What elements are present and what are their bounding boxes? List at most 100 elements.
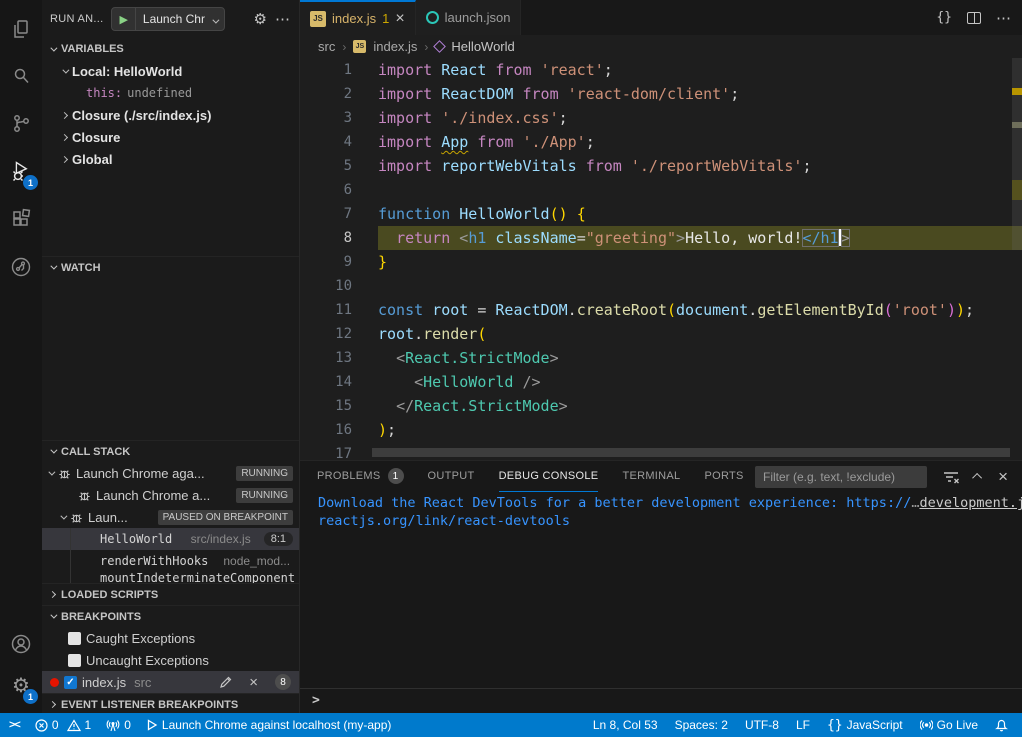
breakpoints-header[interactable]: BREAKPOINTS [42, 605, 299, 627]
source-control-icon[interactable] [0, 100, 42, 146]
line-number[interactable]: 9 [300, 250, 352, 274]
split-editor-icon[interactable] [967, 12, 981, 24]
cursor-position-status[interactable]: Ln 8, Col 53 [593, 718, 658, 732]
go-live-status[interactable]: Go Live [920, 718, 978, 732]
call-stack-row[interactable]: Laun...PAUSED ON BREAKPOINT [42, 506, 299, 528]
line-number[interactable]: 10 [300, 274, 352, 298]
line-number[interactable]: 2 [300, 82, 352, 106]
launch-config-control[interactable]: ▶ Launch Chr [111, 7, 225, 31]
code-text[interactable]: import reportWebVitals from './reportWeb… [378, 154, 1022, 178]
line-number[interactable]: 5 [300, 154, 352, 178]
code-text[interactable]: ); [378, 418, 1022, 442]
tab-output[interactable]: OUTPUT [428, 461, 475, 492]
breakpoint-row[interactable]: Uncaught Exceptions [42, 649, 299, 671]
search-icon[interactable] [0, 53, 42, 99]
code-line-15[interactable]: 15 </React.StrictMode> [300, 394, 1022, 418]
line-number[interactable]: 1 [300, 58, 352, 82]
code-editor[interactable]: 1 import React from 'react'; 2 import React… [300, 58, 1022, 460]
debug-settings-gear-icon[interactable]: ⚙ [254, 10, 267, 28]
extensions-icon[interactable] [0, 196, 42, 242]
code-line-12[interactable]: 12root.render( [300, 322, 1022, 346]
tab-debug-console[interactable]: DEBUG CONSOLE [499, 461, 599, 492]
launch-config-label[interactable]: Launch Chr [136, 12, 210, 26]
debug-console-input[interactable]: > [300, 688, 1022, 711]
explorer-icon[interactable] [0, 6, 42, 52]
close-tab-icon[interactable]: × [395, 11, 404, 27]
close-panel-icon[interactable]: × [998, 468, 1008, 485]
tab-index-js[interactable]: JS index.js 1 × [300, 0, 416, 35]
code-line-14[interactable]: 14 <HelloWorld /> [300, 370, 1022, 394]
edit-pencil-icon[interactable] [219, 676, 232, 689]
code-line-7[interactable]: 7 function HelloWorld() { [300, 202, 1022, 226]
code-line-5[interactable]: 5 import reportWebVitals from './reportWe… [300, 154, 1022, 178]
notifications-bell-icon[interactable] [995, 718, 1008, 732]
code-text[interactable]: </React.StrictMode> [378, 394, 1022, 418]
code-text[interactable]: } [378, 250, 1022, 274]
format-braces-icon[interactable]: {} [936, 10, 952, 25]
code-line-6[interactable]: 6 [300, 178, 1022, 202]
code-line-8[interactable]: 8 return <h1 className="greeting">Hello,… [300, 226, 1022, 250]
code-text[interactable] [378, 178, 1022, 202]
breadcrumb-src[interactable]: src [318, 39, 335, 54]
editor-more-actions-icon[interactable]: ⋯ [996, 9, 1012, 27]
sidebar-more-actions-icon[interactable]: ⋯ [275, 10, 291, 28]
code-text[interactable]: <React.StrictMode> [378, 346, 1022, 370]
call-stack-row[interactable]: renderWithHooksnode_mod... [42, 550, 299, 572]
event-listener-breakpoints-header[interactable]: EVENT LISTENER BREAKPOINTS [42, 693, 299, 713]
code-text[interactable] [378, 274, 1022, 298]
breadcrumb-symbol[interactable]: HelloWorld [451, 39, 514, 54]
breadcrumb-file[interactable]: index.js [373, 39, 417, 54]
breakpoint-checkbox[interactable] [68, 632, 81, 645]
remote-explorer-icon[interactable] [0, 244, 42, 290]
code-text[interactable]: return <h1 className="greeting">Hello, w… [378, 226, 1022, 250]
variables-row[interactable]: Closure (./src/index.js) [42, 104, 299, 126]
code-text[interactable]: <HelloWorld /> [378, 370, 1022, 394]
code-line-16[interactable]: 16); [300, 418, 1022, 442]
encoding-status[interactable]: UTF-8 [745, 718, 779, 732]
remote-indicator[interactable]: >< [9, 719, 20, 731]
breakpoint-checkbox[interactable] [68, 654, 81, 667]
settings-gear-icon[interactable]: ⚙ 1 [0, 662, 42, 708]
code-text[interactable]: import ReactDOM from 'react-dom/client'; [378, 82, 1022, 106]
run-debug-icon[interactable]: 1 [0, 148, 42, 194]
breakpoint-checkbox[interactable]: ✓ [64, 676, 77, 689]
chevron-down-icon[interactable] [210, 12, 224, 27]
loaded-scripts-header[interactable]: LOADED SCRIPTS [42, 583, 299, 605]
variables-row[interactable]: Local: HelloWorld [42, 60, 299, 82]
code-line-4[interactable]: 4 import App from './App'; [300, 130, 1022, 154]
tab-terminal[interactable]: TERMINAL [622, 461, 680, 492]
code-text[interactable]: import React from 'react'; [378, 58, 1022, 82]
line-number[interactable]: 8 [300, 226, 352, 250]
problems-status[interactable]: 0 1 [35, 718, 91, 732]
call-stack-header[interactable]: CALL STACK [42, 440, 299, 462]
console-filter-input[interactable] [755, 466, 927, 488]
variables-header[interactable]: VARIABLES [42, 38, 299, 60]
tab-ports[interactable]: PORTS [704, 461, 743, 492]
ports-status[interactable]: 0 [106, 718, 131, 732]
call-stack-row[interactable]: Launch Chrome a...RUNNING [42, 484, 299, 506]
code-text[interactable]: const root = ReactDOM.createRoot(documen… [378, 298, 1022, 322]
overview-ruler[interactable] [1012, 58, 1022, 460]
debug-session-status[interactable]: Launch Chrome against localhost (my-app) [146, 718, 391, 732]
line-number[interactable]: 6 [300, 178, 352, 202]
code-text[interactable]: import App from './App'; [378, 130, 1022, 154]
line-number[interactable]: 16 [300, 418, 352, 442]
code-text[interactable]: import './index.css'; [378, 106, 1022, 130]
call-stack-row[interactable]: mountIndeterminateComponent [42, 572, 299, 583]
variables-row[interactable]: Global [42, 148, 299, 170]
line-number[interactable]: 13 [300, 346, 352, 370]
line-number[interactable]: 3 [300, 106, 352, 130]
line-number[interactable]: 17 [300, 442, 352, 460]
code-text[interactable]: root.render( [378, 322, 1022, 346]
code-text[interactable]: function HelloWorld() { [378, 202, 1022, 226]
start-debug-icon[interactable]: ▶ [112, 8, 135, 30]
line-number[interactable]: 7 [300, 202, 352, 226]
line-number[interactable]: 4 [300, 130, 352, 154]
breakpoint-row[interactable]: ✓index.jssrc×8 [42, 671, 299, 693]
code-line-3[interactable]: 3 import './index.css'; [300, 106, 1022, 130]
call-stack-row[interactable]: HelloWorldsrc/index.js8:1 [42, 528, 299, 550]
code-line-1[interactable]: 1 import React from 'react'; [300, 58, 1022, 82]
line-number[interactable]: 14 [300, 370, 352, 394]
call-stack-row[interactable]: Launch Chrome aga...RUNNING [42, 462, 299, 484]
variables-row[interactable]: this:undefined [42, 82, 299, 104]
